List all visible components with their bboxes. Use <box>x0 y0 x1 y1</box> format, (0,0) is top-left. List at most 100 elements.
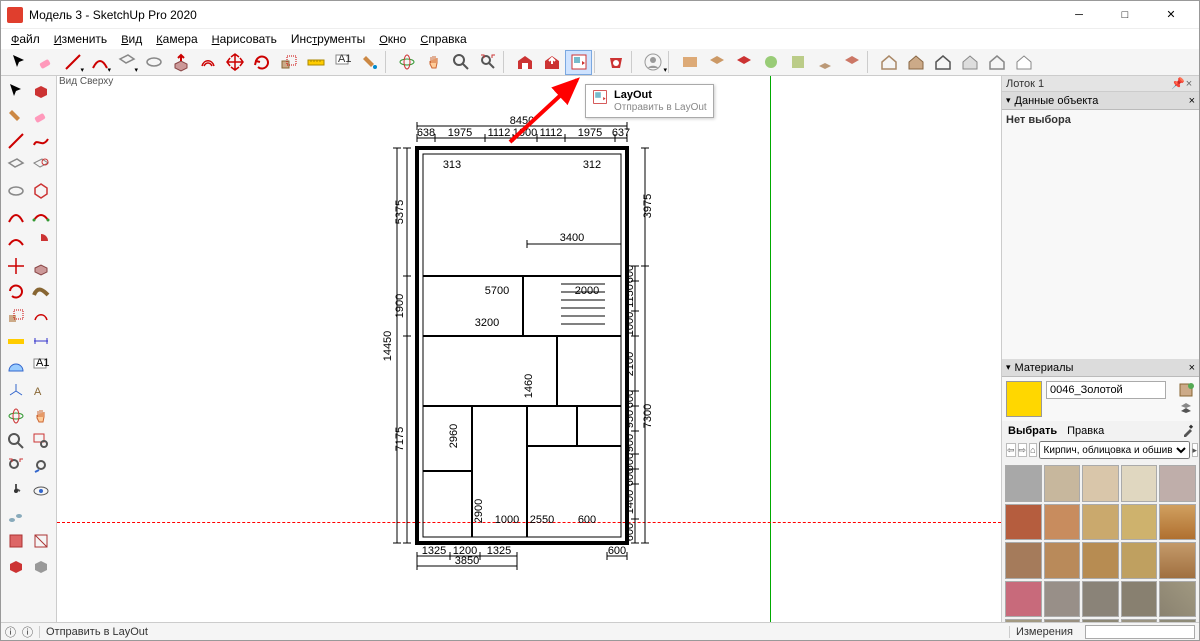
lt-protractor[interactable] <box>3 353 29 378</box>
menu-view[interactable]: Вид <box>115 30 148 48</box>
close-button[interactable]: ✕ <box>1149 3 1193 27</box>
lt-section[interactable] <box>3 528 29 553</box>
lt-select[interactable] <box>3 78 29 103</box>
minimize-button[interactable]: ─ <box>1057 3 1101 27</box>
material-thumb[interactable] <box>1005 465 1042 502</box>
tab-edit[interactable]: Правка <box>1065 424 1106 438</box>
material-thumb[interactable] <box>1121 542 1158 579</box>
lt-followme[interactable] <box>29 278 55 303</box>
warehouse-get[interactable] <box>511 50 538 75</box>
orbit-tool[interactable] <box>393 50 420 75</box>
nav-home-icon[interactable]: ⌂ <box>1029 443 1036 457</box>
menu-tools[interactable]: Инструменты <box>285 30 371 48</box>
material-thumb[interactable] <box>1005 542 1042 579</box>
lt-position[interactable] <box>3 478 29 503</box>
lt-sectioncut[interactable] <box>3 553 29 578</box>
lt-prev[interactable] <box>29 453 55 478</box>
menu-file[interactable]: Файл <box>5 30 46 48</box>
menu-camera[interactable]: Камера <box>150 30 203 48</box>
lt-section2[interactable] <box>29 528 55 553</box>
lt-zoom[interactable] <box>3 428 29 453</box>
material-thumb[interactable] <box>1159 465 1196 502</box>
lt-rect[interactable] <box>3 153 29 178</box>
panel-close-icon[interactable]: × <box>1189 95 1195 107</box>
lt-rotrect[interactable] <box>29 153 55 178</box>
pushpull-tool[interactable] <box>167 50 194 75</box>
lt-look[interactable] <box>29 478 55 503</box>
lt-polygon[interactable] <box>29 178 55 203</box>
warehouse-share[interactable] <box>538 50 565 75</box>
lt-scale[interactable] <box>3 303 29 328</box>
pan-tool[interactable] <box>420 50 447 75</box>
default-material-icon[interactable] <box>1179 399 1195 413</box>
tab-select[interactable]: Выбрать <box>1006 424 1059 438</box>
plugin-btn-1[interactable] <box>676 50 703 75</box>
zoom-extents-tool[interactable] <box>474 50 501 75</box>
material-thumb[interactable] <box>1082 465 1119 502</box>
zoom-tool[interactable] <box>447 50 474 75</box>
lt-freehand[interactable] <box>29 128 55 153</box>
help-icon[interactable]: ⓘ <box>5 624 16 640</box>
nav-fwd-icon[interactable]: ⇨ <box>1018 443 1028 457</box>
circle-tool[interactable] <box>140 50 167 75</box>
send-to-layout-button[interactable] <box>565 50 592 75</box>
material-thumb[interactable] <box>1005 504 1042 541</box>
model-viewport[interactable]: Вид Сверху LayOut Отправить в LayOut 845… <box>57 76 1001 622</box>
measurements-input[interactable] <box>1085 625 1195 639</box>
lt-rotate[interactable] <box>3 278 29 303</box>
material-thumb[interactable] <box>1082 542 1119 579</box>
material-thumb[interactable] <box>1121 581 1158 618</box>
lt-pushpull[interactable] <box>29 253 55 278</box>
plugin-btn-5[interactable] <box>784 50 811 75</box>
rotate-tool[interactable] <box>248 50 275 75</box>
menu-draw[interactable]: Нарисовать <box>206 30 283 48</box>
menu-help[interactable]: Справка <box>414 30 472 48</box>
lt-axes[interactable] <box>3 378 29 403</box>
lt-dimension[interactable] <box>29 328 55 353</box>
lt-move[interactable] <box>3 253 29 278</box>
lt-orbit[interactable] <box>3 403 29 428</box>
create-material-icon[interactable] <box>1179 383 1195 397</box>
tray-pin-icon[interactable]: 📌 <box>1171 77 1183 90</box>
paint-tool[interactable] <box>356 50 383 75</box>
eyedropper-icon[interactable] <box>1181 424 1195 438</box>
current-material-swatch[interactable] <box>1006 381 1042 417</box>
text-tool[interactable]: A1 <box>329 50 356 75</box>
lt-paint[interactable] <box>3 103 29 128</box>
material-thumb[interactable] <box>1121 465 1158 502</box>
plugin-btn-4[interactable] <box>757 50 784 75</box>
material-thumb[interactable] <box>1082 504 1119 541</box>
house-btn-3[interactable] <box>929 50 956 75</box>
lt-text[interactable]: A1 <box>29 353 55 378</box>
material-thumb[interactable] <box>1044 542 1081 579</box>
geo-icon[interactable]: ⓘ <box>22 624 33 640</box>
material-thumb[interactable] <box>1159 504 1196 541</box>
plugin-btn-3[interactable] <box>730 50 757 75</box>
material-thumb[interactable] <box>1005 581 1042 618</box>
offset-tool[interactable] <box>194 50 221 75</box>
material-thumb[interactable] <box>1082 581 1119 618</box>
line-tool[interactable]: ▾ <box>59 50 86 75</box>
material-thumb[interactable] <box>1044 581 1081 618</box>
nav-back-icon[interactable]: ⇦ <box>1006 443 1016 457</box>
scale-tool[interactable] <box>275 50 302 75</box>
panel-close-icon[interactable]: × <box>1189 362 1195 374</box>
material-thumb[interactable] <box>1121 504 1158 541</box>
lt-3dtext[interactable]: A <box>29 378 55 403</box>
lt-line[interactable] <box>3 128 29 153</box>
lt-zoomext[interactable] <box>3 453 29 478</box>
tray-header[interactable]: Лоток 1 📌 × <box>1002 76 1199 92</box>
lt-circle[interactable] <box>3 178 29 203</box>
menu-window[interactable]: Окно <box>373 30 412 48</box>
tray-close-icon[interactable]: × <box>1183 78 1195 90</box>
lt-arc[interactable] <box>3 203 29 228</box>
menu-edit[interactable]: Изменить <box>48 30 113 48</box>
plugin-btn-7[interactable] <box>838 50 865 75</box>
maximize-button[interactable]: □ <box>1103 3 1147 27</box>
house-btn-4[interactable] <box>956 50 983 75</box>
materials-panel-header[interactable]: ▾Материалы × <box>1002 359 1199 377</box>
material-thumb[interactable] <box>1044 504 1081 541</box>
house-btn-6[interactable] <box>1010 50 1037 75</box>
user-button[interactable]: ▾ <box>639 50 666 75</box>
material-category-select[interactable]: Кирпич, облицовка и обшив <box>1039 441 1190 459</box>
